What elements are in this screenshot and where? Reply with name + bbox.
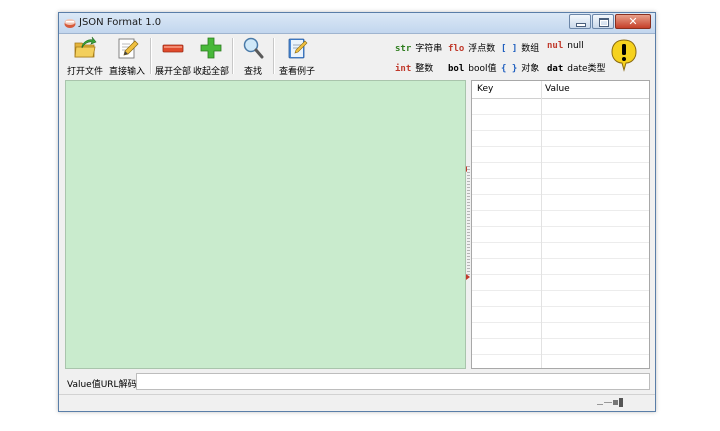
direct-input-button[interactable]: 直接输入 [109, 36, 145, 77]
app-window: JSON Format 1.0 ✕ 打开文件 直接输入 展开全部 收起全部 查找… [58, 12, 656, 412]
legend-integer: int 整数 [395, 64, 434, 74]
collapse-all-label: 收起全部 [193, 67, 230, 77]
legend-object: { } 对象 [501, 64, 540, 74]
legend-null: nul null [547, 41, 584, 51]
resize-grip-icon[interactable] [597, 398, 625, 407]
grid-rows [472, 99, 649, 368]
open-file-label: 打开文件 [67, 67, 104, 77]
plus-icon [200, 37, 222, 59]
legend-string: str 字符串 [395, 44, 443, 54]
minus-icon [162, 44, 184, 53]
expand-all-label: 展开全部 [155, 67, 192, 77]
close-icon: ✕ [628, 15, 638, 28]
json-text-editor[interactable] [65, 80, 466, 369]
view-example-button[interactable]: 查看例子 [279, 36, 315, 77]
column-header-key[interactable]: Key [477, 84, 493, 94]
window-title: JSON Format 1.0 [79, 17, 162, 28]
find-button[interactable]: 查找 [241, 36, 265, 77]
splitter-grip-icon [467, 166, 470, 276]
toolbar: 打开文件 直接输入 展开全部 收起全部 查找 查看例子 str 字符串 flo … [59, 34, 655, 79]
warning-icon[interactable] [610, 38, 638, 72]
grid-header: Key Value [472, 81, 649, 99]
window-controls: ✕ [568, 14, 651, 29]
toolbar-separator [150, 38, 152, 74]
toolbar-separator [232, 38, 234, 74]
column-header-value[interactable]: Value [545, 84, 570, 94]
view-example-label: 查看例子 [279, 67, 316, 77]
splitter-arrow-icon [466, 274, 470, 280]
direct-input-label: 直接输入 [109, 67, 146, 77]
collapse-all-button[interactable]: 收起全部 [193, 36, 229, 77]
expand-all-button[interactable]: 展开全部 [155, 36, 191, 77]
toolbar-separator [273, 38, 275, 74]
title-bar[interactable]: JSON Format 1.0 ✕ [59, 13, 655, 34]
open-folder-icon [74, 36, 97, 58]
app-icon [64, 19, 76, 28]
legend-date: dat date类型 [547, 64, 606, 74]
url-decode-label: Value值URL解码 [67, 380, 137, 390]
edit-document-icon [118, 38, 139, 59]
minimize-icon [576, 23, 586, 27]
search-icon [243, 37, 264, 59]
url-decode-input[interactable] [136, 373, 650, 390]
legend-array: [ ] 数组 [501, 44, 540, 54]
column-divider[interactable] [541, 81, 542, 368]
legend-float: flo 浮点数 [448, 44, 496, 54]
open-file-button[interactable]: 打开文件 [67, 36, 103, 77]
status-bar [59, 394, 655, 411]
key-value-grid[interactable]: Key Value [471, 80, 650, 369]
legend-bool: bol bool值 [448, 64, 497, 74]
close-button[interactable]: ✕ [615, 14, 651, 29]
maximize-button[interactable] [592, 14, 614, 29]
notebook-icon [288, 38, 308, 59]
minimize-button[interactable] [569, 14, 591, 29]
find-label: 查找 [243, 67, 262, 77]
maximize-icon [599, 18, 609, 27]
